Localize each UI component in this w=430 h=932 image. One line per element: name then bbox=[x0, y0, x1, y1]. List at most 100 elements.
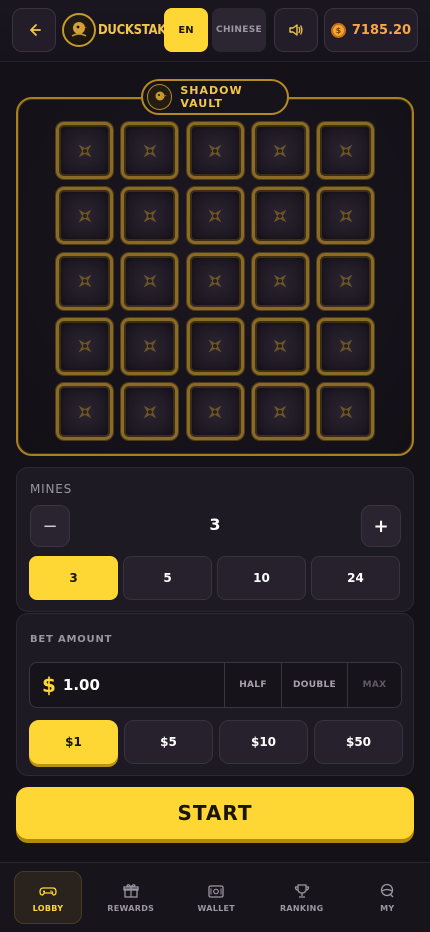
mines-preset-row: 3 5 10 24 bbox=[29, 556, 400, 600]
back-button[interactable] bbox=[12, 8, 56, 52]
vault-tile[interactable] bbox=[186, 317, 244, 375]
cross-mark-icon bbox=[339, 144, 352, 157]
mines-preset-10[interactable]: 10 bbox=[217, 556, 306, 600]
half-button[interactable]: HALF bbox=[224, 663, 281, 707]
bottom-nav: LOBBY REWARDS WALLET RANKING MY bbox=[0, 862, 430, 932]
wallet-icon bbox=[208, 885, 224, 898]
vault-tile[interactable] bbox=[317, 122, 374, 179]
nav-ranking[interactable]: RANKING bbox=[259, 863, 345, 932]
mine-grid bbox=[56, 122, 374, 440]
mines-preset-5[interactable]: 5 bbox=[123, 556, 212, 600]
nav-wallet[interactable]: WALLET bbox=[174, 863, 260, 932]
cross-mark-icon bbox=[78, 339, 91, 353]
bet-amount-label: BET AMOUNT bbox=[30, 634, 113, 645]
cross-mark-icon bbox=[339, 339, 352, 353]
cross-mark-icon bbox=[273, 274, 287, 288]
cross-mark-icon bbox=[273, 144, 287, 157]
vault-tile[interactable] bbox=[56, 383, 113, 440]
balance-display[interactable]: $ 7185.20 bbox=[324, 8, 418, 52]
trophy-icon bbox=[294, 884, 309, 898]
vault-tile[interactable] bbox=[186, 122, 244, 179]
cross-mark-icon bbox=[143, 144, 157, 157]
mines-decrease-button[interactable]: − bbox=[30, 505, 70, 547]
vault-title: SHADOW VAULT bbox=[180, 84, 243, 110]
cross-mark-icon bbox=[339, 209, 352, 223]
vault-tile[interactable] bbox=[56, 187, 113, 245]
bet-panel: BET AMOUNT $ 1.00 HALF DOUBLE MAX $1 $5 $1… bbox=[16, 613, 414, 776]
vault-tile[interactable] bbox=[317, 317, 374, 375]
nav-lobby[interactable]: LOBBY bbox=[14, 871, 82, 924]
mines-increase-button[interactable]: + bbox=[361, 505, 401, 547]
bet-preset-1[interactable]: $1 bbox=[29, 720, 118, 764]
duck-emblem-icon bbox=[147, 84, 173, 110]
bet-amount-field[interactable]: $ 1.00 HALF DOUBLE MAX bbox=[29, 662, 402, 708]
bet-preset-row: $1 $5 $10 $50 bbox=[29, 720, 403, 764]
mines-count: 3 bbox=[209, 515, 221, 534]
cross-mark-icon bbox=[273, 339, 287, 353]
mines-label: MINES bbox=[30, 482, 73, 496]
bet-preset-5[interactable]: $5 bbox=[124, 720, 213, 764]
vault-tile[interactable] bbox=[56, 252, 113, 310]
max-button[interactable]: MAX bbox=[347, 663, 401, 707]
vault-tile[interactable] bbox=[56, 317, 113, 375]
cross-mark-icon bbox=[143, 405, 157, 418]
bet-preset-10[interactable]: $10 bbox=[219, 720, 308, 764]
brand-name: DUCKSTAKE bbox=[98, 22, 174, 38]
bet-amount-value: 1.00 bbox=[62, 676, 100, 694]
sound-button[interactable] bbox=[274, 8, 318, 52]
cross-mark-icon bbox=[143, 339, 157, 353]
mines-preset-24[interactable]: 24 bbox=[311, 556, 400, 600]
vault-tile[interactable] bbox=[121, 122, 179, 179]
dollar-icon: $ bbox=[42, 673, 56, 697]
vault-tile[interactable] bbox=[251, 187, 309, 245]
vault-tile[interactable] bbox=[251, 122, 309, 179]
mines-preset-3[interactable]: 3 bbox=[29, 556, 118, 600]
vault-tile[interactable] bbox=[121, 383, 179, 440]
vault-tile[interactable] bbox=[56, 122, 113, 179]
user-icon bbox=[381, 883, 394, 898]
vault-tile[interactable] bbox=[121, 187, 179, 245]
coin-icon: $ bbox=[330, 22, 346, 38]
vault-tile[interactable] bbox=[121, 317, 179, 375]
lang-en-button[interactable]: EN bbox=[164, 8, 208, 52]
nav-label: WALLET bbox=[197, 904, 236, 913]
cross-mark-icon bbox=[273, 405, 287, 418]
speaker-icon bbox=[289, 24, 303, 36]
cross-mark-icon bbox=[339, 274, 352, 288]
logo[interactable]: DUCKSTAKE bbox=[62, 12, 174, 48]
nav-label: RANKING bbox=[279, 904, 324, 913]
cross-mark-icon bbox=[208, 209, 222, 223]
double-button[interactable]: DOUBLE bbox=[281, 663, 347, 707]
nav-my[interactable]: MY bbox=[345, 863, 430, 932]
mines-panel: MINES − 3 + 3 5 10 24 bbox=[16, 467, 414, 612]
cross-mark-icon bbox=[78, 144, 91, 157]
cross-mark-icon bbox=[78, 274, 91, 288]
cross-mark-icon bbox=[143, 209, 157, 223]
vault-tile[interactable] bbox=[251, 317, 309, 375]
cross-mark-icon bbox=[78, 209, 91, 223]
vault-tile[interactable] bbox=[186, 252, 244, 310]
vault-tile[interactable] bbox=[251, 252, 309, 310]
nav-rewards[interactable]: REWARDS bbox=[88, 863, 174, 932]
top-bar: DUCKSTAKE EN CHINESE $ 7185.20 bbox=[0, 0, 430, 62]
vault-tile[interactable] bbox=[186, 383, 244, 440]
bet-preset-50[interactable]: $50 bbox=[314, 720, 403, 764]
nav-label: MY bbox=[380, 904, 395, 913]
cross-mark-icon bbox=[143, 274, 157, 288]
vault-tile[interactable] bbox=[251, 383, 309, 440]
cross-mark-icon bbox=[208, 144, 222, 157]
bet-amount-input[interactable]: $ 1.00 bbox=[30, 663, 224, 707]
vault-tile[interactable] bbox=[317, 383, 374, 440]
cross-mark-icon bbox=[208, 405, 222, 418]
vault-tile[interactable] bbox=[317, 252, 374, 310]
vault-tile[interactable] bbox=[186, 187, 244, 245]
vault-tile[interactable] bbox=[121, 252, 179, 310]
arrow-left-icon bbox=[30, 24, 41, 36]
lang-chinese-button[interactable]: CHINESE bbox=[212, 8, 266, 52]
vault-tile[interactable] bbox=[317, 187, 374, 245]
cross-mark-icon bbox=[78, 405, 91, 418]
cross-mark-icon bbox=[208, 274, 222, 288]
start-button[interactable]: START bbox=[16, 787, 414, 839]
cross-mark-icon bbox=[339, 405, 352, 418]
balance-value: 7185.20 bbox=[351, 22, 412, 38]
